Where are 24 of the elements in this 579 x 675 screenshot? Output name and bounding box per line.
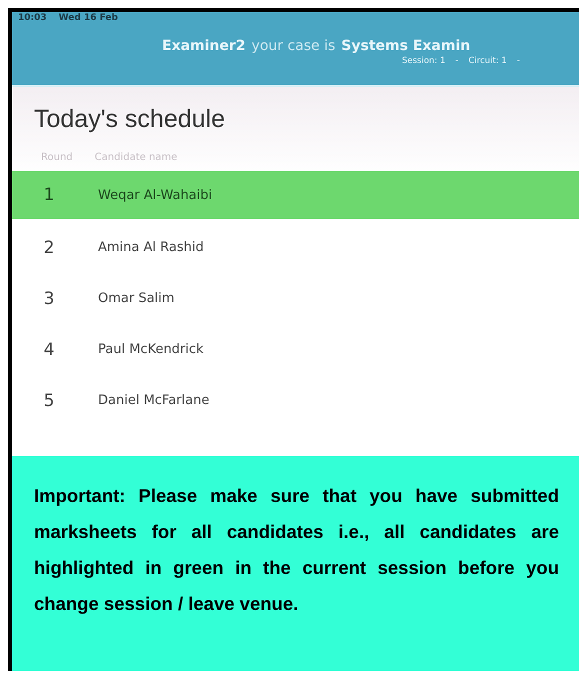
column-header: Round [41, 152, 73, 163]
round-number: 1 [42, 185, 56, 205]
round-number: 2 [42, 238, 56, 258]
circuit-label: Circuit: 1 [468, 56, 507, 66]
page-title: Today's schedule [33, 104, 226, 135]
round-number: 3 [42, 288, 56, 308]
session-label: Session: 1 [402, 56, 446, 66]
separator-text: - [516, 56, 520, 66]
examiner-name: Examiner2 [162, 38, 246, 54]
candidate-name: Amina Al Rashid [97, 240, 204, 255]
round-number: 5 [42, 390, 56, 410]
status-date: Wed 16 Feb [58, 12, 118, 24]
candidate-name: Omar Salim [97, 291, 174, 306]
schedule-row[interactable]: 1 Weqar Al-Wahaibi [12, 171, 579, 219]
separator-text: - [455, 56, 458, 66]
candidate-name: Daniel McFarlane [97, 393, 210, 408]
column-header: Candidate name [94, 152, 178, 163]
status-time: 10:03 [18, 12, 47, 24]
notice-text: Important: Please make sure that you have submitted marksheets for all candidates i.e., all candidates are highlighted in green in the current session before you change session / leave venue. [34, 484, 559, 616]
candidate-name: Weqar Al-Wahaibi [97, 188, 212, 202]
case-name: Systems Examin [341, 38, 470, 54]
header-text: your case is [252, 38, 336, 54]
candidate-name: Paul McKendrick [97, 342, 204, 357]
round-number: 4 [42, 340, 56, 360]
